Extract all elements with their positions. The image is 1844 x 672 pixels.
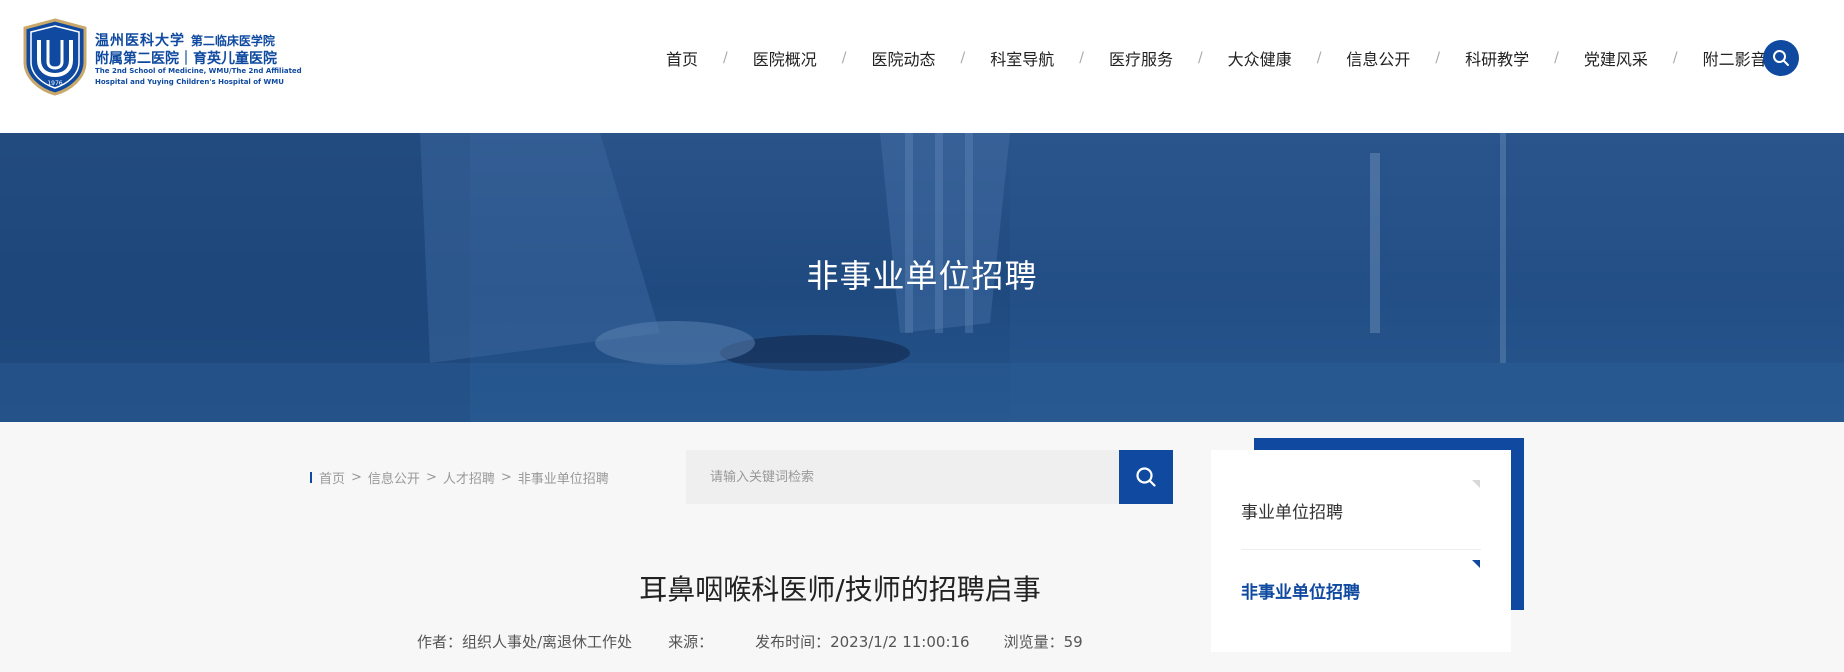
- article-meta: 作者：组织人事处/离退休工作处 来源： 发布时间：2023/1/2 11:00:…: [417, 631, 1083, 652]
- nav-item-9[interactable]: 附二影音: [1703, 46, 1767, 70]
- nav-item-5[interactable]: 大众健康: [1228, 46, 1292, 70]
- nav-item-3[interactable]: 科室导航: [990, 46, 1054, 70]
- sidebar-item-non-institutional-recruitment[interactable]: 非事业单位招聘: [1241, 578, 1360, 603]
- nav-separator: /: [1554, 50, 1559, 66]
- logo-english-line1: The 2nd School of Medicine, WMU/The 2nd …: [95, 67, 302, 75]
- banner-title: 非事业单位招聘: [806, 257, 1038, 295]
- nav-item-7[interactable]: 科研教学: [1465, 46, 1529, 70]
- breadcrumb-item-1[interactable]: 信息公开: [368, 468, 420, 487]
- nav-item-8[interactable]: 党建风采: [1584, 46, 1648, 70]
- nav-separator: /: [723, 50, 728, 66]
- breadcrumb-item-3[interactable]: 非事业单位招聘: [518, 468, 609, 487]
- nav-item-0[interactable]: 首页: [666, 46, 698, 70]
- breadcrumb-item-2[interactable]: 人才招聘: [443, 468, 495, 487]
- header-search-button[interactable]: [1763, 40, 1799, 76]
- sidebar-divider: [1241, 549, 1481, 550]
- nav-separator: /: [841, 50, 847, 66]
- breadcrumb-separator: >: [351, 470, 362, 485]
- search-button[interactable]: [1119, 450, 1173, 504]
- seal-year: 1976: [47, 80, 62, 87]
- meta-author: 作者：组织人事处/离退休工作处: [417, 633, 633, 651]
- sidebar-menu: 事业单位招聘 非事业单位招聘: [1211, 450, 1511, 652]
- article-title: 耳鼻咽喉科医师/技师的招聘启事: [639, 573, 1041, 606]
- nav-separator: /: [1316, 50, 1322, 66]
- nav-separator: /: [960, 50, 966, 66]
- logo-hospital-name: 附属第二医院｜育英儿童医院: [95, 51, 277, 67]
- nav-item-6[interactable]: 信息公开: [1346, 46, 1410, 70]
- main-nav: 首页 / 医院概况 / 医院动态 / 科室导航 / 医疗服务 / 大众健康 / 信息公开 / 科研教学 / 党建…: [666, 46, 1767, 70]
- search-icon: [1773, 50, 1789, 66]
- nav-item-4[interactable]: 医疗服务: [1109, 46, 1173, 70]
- nav-separator: /: [1079, 50, 1084, 66]
- site-logo[interactable]: 1976 温州医科大学 第二临床医学院 附属第二医院｜育英儿童医院 The 2n…: [22, 18, 302, 98]
- page-banner: 非事业单位招聘: [0, 133, 1844, 422]
- active-corner-marker-icon: [1472, 560, 1480, 568]
- logo-english-line2: Hospital and Yuying Children's Hospital …: [95, 78, 284, 86]
- meta-published: 发布时间：2023/1/2 11:00:16: [755, 633, 970, 651]
- nav-item-1[interactable]: 医院概况: [753, 46, 817, 70]
- logo-university-name: 温州医科大学 第二临床医学院: [95, 33, 275, 49]
- sidebar-item-institutional-recruitment[interactable]: 事业单位招聘: [1241, 498, 1343, 523]
- article-search: [686, 450, 1173, 504]
- nav-separator: /: [1197, 50, 1203, 66]
- breadcrumb-marker: [310, 472, 312, 483]
- site-header: 1976 温州医科大学 第二临床医学院 附属第二医院｜育英儿童医院 The 2n…: [0, 0, 1844, 133]
- breadcrumb-separator: >: [425, 470, 437, 485]
- breadcrumb-item-0[interactable]: 首页: [319, 468, 345, 487]
- breadcrumb-separator: >: [500, 470, 512, 485]
- nav-item-2[interactable]: 医院动态: [871, 46, 935, 70]
- meta-views: 浏览量：59: [1003, 633, 1083, 651]
- nav-separator: /: [1435, 50, 1441, 66]
- nav-separator: /: [1672, 50, 1678, 66]
- search-icon: [1136, 467, 1156, 487]
- corner-marker-icon: [1472, 480, 1480, 488]
- breadcrumb: 首页 > 信息公开 > 人才招聘 > 非事业单位招聘: [310, 468, 609, 487]
- university-seal-icon: 1976: [23, 18, 87, 96]
- meta-source: 来源：: [668, 633, 714, 651]
- search-input[interactable]: [686, 450, 1119, 504]
